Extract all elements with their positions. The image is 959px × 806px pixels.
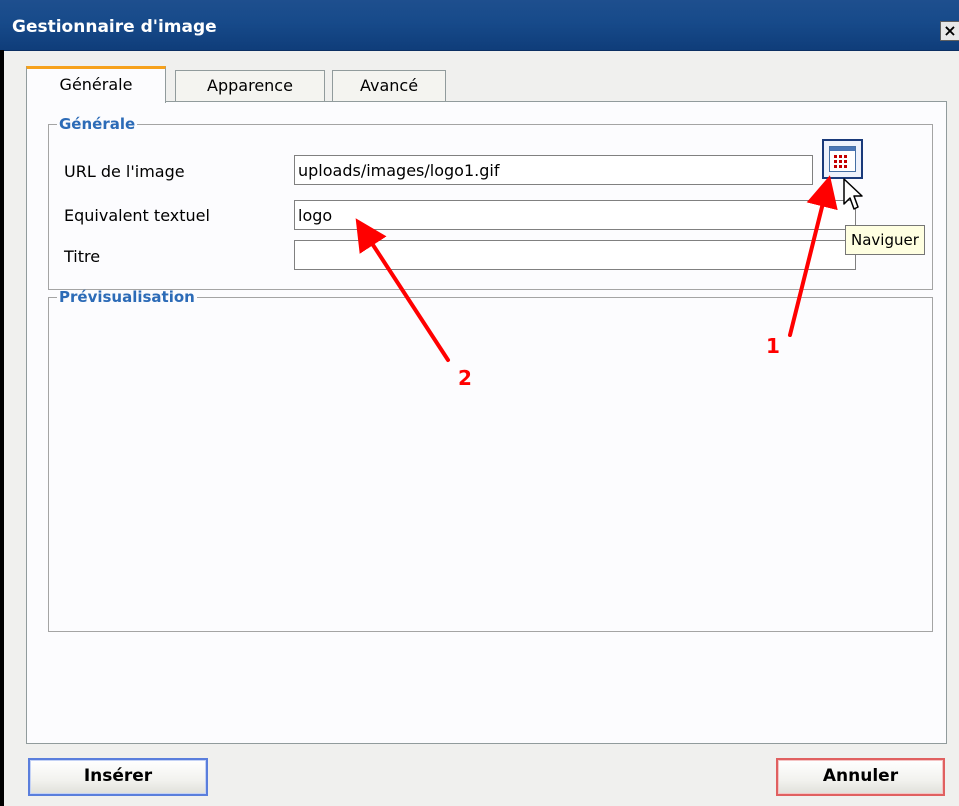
alt-text-input[interactable] xyxy=(294,200,856,230)
tab-generale[interactable]: Générale xyxy=(26,66,166,103)
alt-text-label: Equivalent textuel xyxy=(64,206,210,225)
title-label: Titre xyxy=(64,247,101,266)
preview-fieldset: Prévisualisation xyxy=(48,288,933,632)
browse-icon xyxy=(829,146,856,172)
url-input[interactable] xyxy=(294,155,813,185)
tab-panel-generale: Générale URL de l'image Equiv xyxy=(26,101,947,744)
window-left-border xyxy=(0,50,4,806)
tab-avance[interactable]: Avancé xyxy=(332,70,446,101)
browse-tooltip: Naviguer xyxy=(845,225,925,255)
title-input[interactable] xyxy=(294,240,856,270)
annotation-label-2: 2 xyxy=(458,366,472,390)
browse-button[interactable] xyxy=(822,139,863,179)
close-button[interactable]: × xyxy=(940,21,959,41)
dialog-title: Gestionnaire d'image xyxy=(12,17,217,37)
cancel-button[interactable]: Annuler xyxy=(776,758,945,796)
title-bar: Gestionnaire d'image × xyxy=(0,0,959,51)
tab-apparence[interactable]: Apparence xyxy=(175,70,325,101)
image-manager-dialog: Gestionnaire d'image × Générale Apparenc… xyxy=(0,0,959,806)
general-legend: Générale xyxy=(59,115,136,133)
mouse-pointer-icon xyxy=(843,178,863,210)
preview-legend: Prévisualisation xyxy=(59,288,195,306)
insert-button[interactable]: Insérer xyxy=(28,758,208,796)
url-label: URL de l'image xyxy=(64,162,185,181)
annotation-label-1: 1 xyxy=(766,334,780,358)
